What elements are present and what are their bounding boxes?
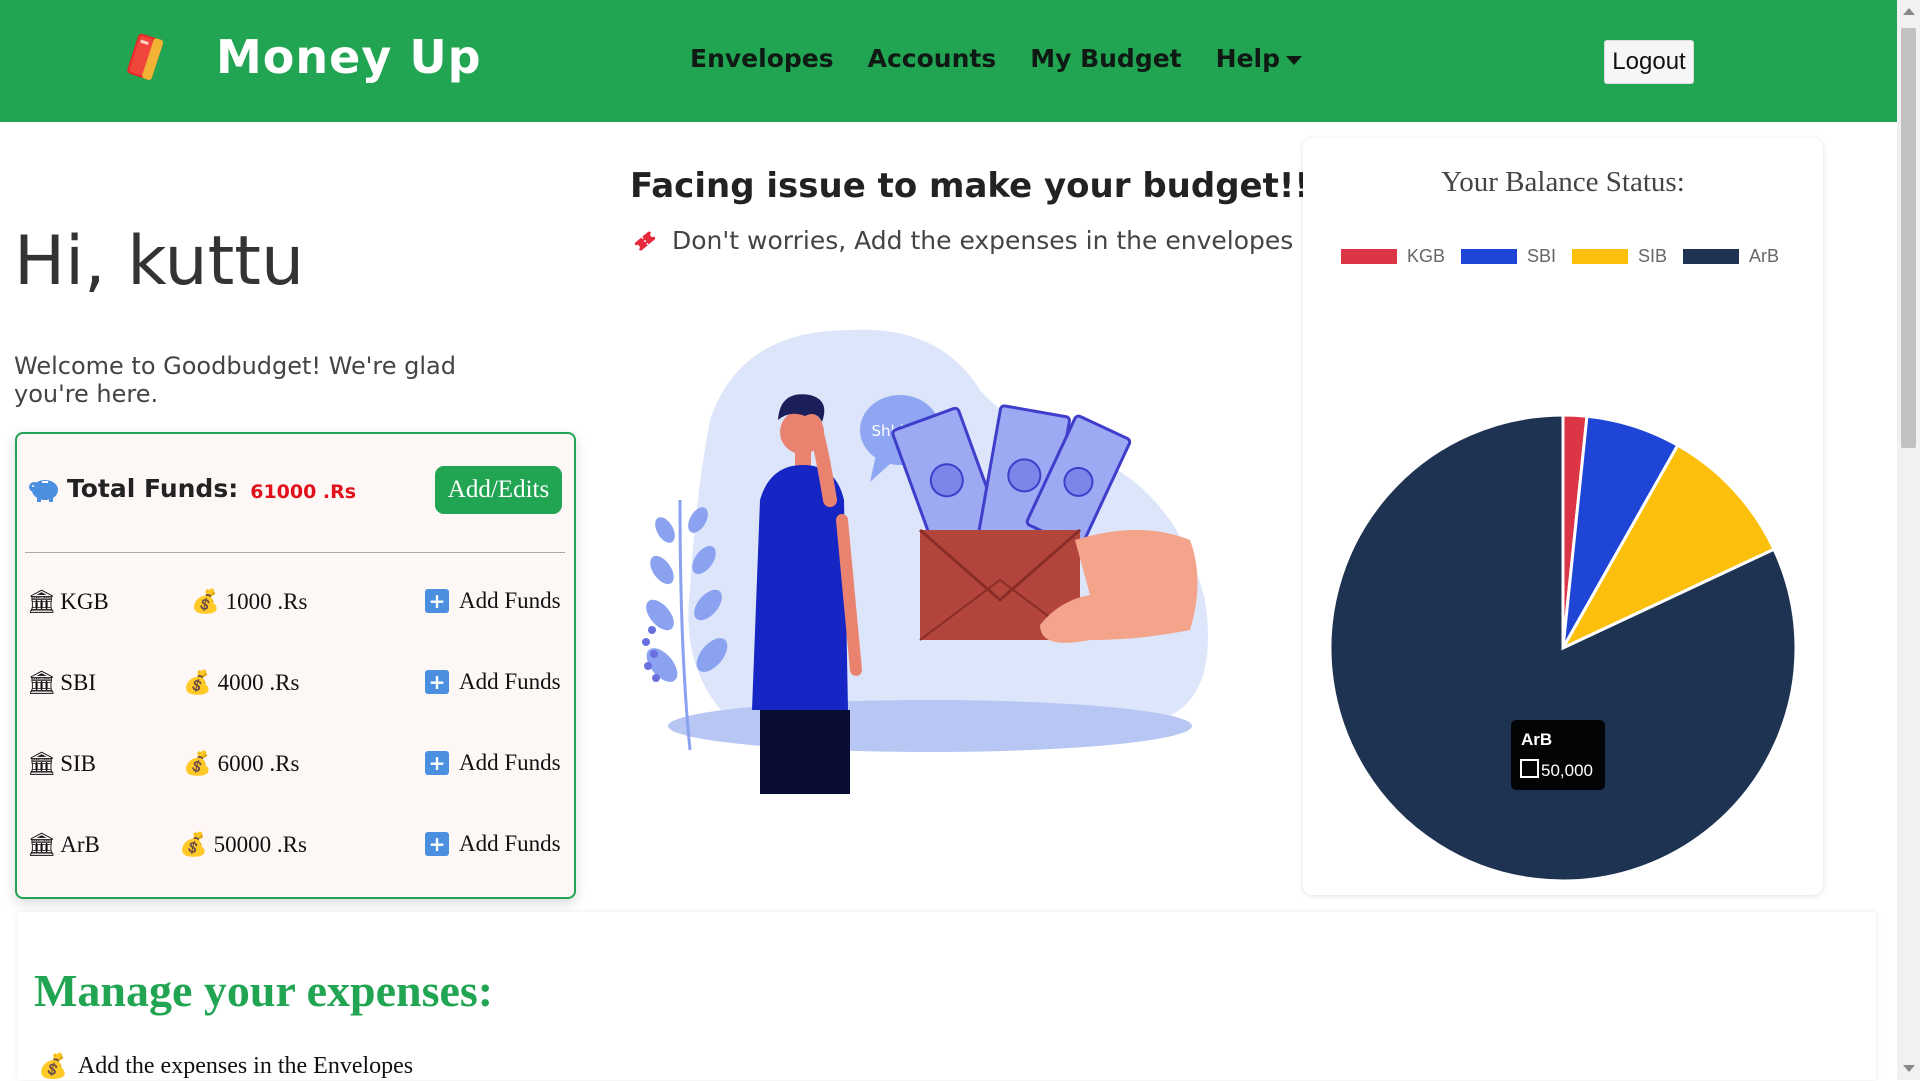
budget-illustration: Shhhhh — [642, 329, 1208, 794]
add-funds-label: Add Funds — [459, 588, 561, 613]
scroll-thumb[interactable] — [1901, 28, 1916, 448]
add-funds-button[interactable]: + Add Funds — [425, 588, 561, 614]
account-bank-name: SBI — [60, 669, 96, 695]
account-row: 🏛 SBI 💰 4000 .Rs + Add Funds — [27, 663, 567, 703]
welcome-text: Welcome to Goodbudget! We're glad you're… — [14, 352, 456, 408]
caret-down-icon — [1285, 55, 1302, 65]
piggy-bank-icon — [29, 479, 58, 502]
balance-pie-chart[interactable]: ArB 50,000 — [1303, 278, 1823, 898]
add-funds-label: Add Funds — [459, 831, 561, 856]
add-funds-button[interactable]: + Add Funds — [425, 750, 561, 776]
funds-divider — [25, 552, 565, 553]
plus-icon: + — [425, 832, 449, 856]
nav-envelopes[interactable]: Envelopes — [690, 44, 834, 73]
tooltip-label: ArB — [1521, 730, 1552, 749]
add-funds-label: Add Funds — [459, 669, 561, 694]
legend-swatch — [1341, 249, 1397, 264]
page-scrollbar[interactable] — [1897, 0, 1920, 1080]
tooltip-value: 50,000 — [1541, 761, 1593, 780]
add-funds-button[interactable]: + Add Funds — [425, 669, 561, 695]
bank-icon: 🏛 — [27, 832, 57, 857]
promo-title: Facing issue to make your budget!! — [630, 166, 1310, 206]
manage-expenses-section: Manage your expenses: 💰 Add the expenses … — [18, 912, 1876, 1080]
wallet-logo-icon — [127, 33, 164, 80]
promo-subtitle-row: Don't worries, Add the expenses in the e… — [632, 226, 1293, 255]
greeting-heading: Hi, kuttu — [14, 222, 305, 301]
total-funds-value: 61000 .Rs — [250, 480, 357, 503]
top-navbar: Money Up Envelopes Accounts My Budget He… — [0, 0, 1897, 122]
account-row: 🏛 ArB 💰 50000 .Rs + Add Funds — [27, 825, 567, 865]
legend-item[interactable]: KGB — [1341, 246, 1445, 267]
bank-icon: 🏛 — [27, 670, 57, 695]
money-bag-icon: 💰 — [179, 832, 208, 857]
add-edits-button[interactable]: Add/Edits — [435, 466, 562, 514]
legend-item[interactable]: SIB — [1572, 246, 1667, 267]
ticket-icon — [634, 231, 656, 250]
nav-help-label: Help — [1215, 44, 1280, 73]
plus-icon: + — [425, 751, 449, 775]
legend-label: ArB — [1749, 246, 1780, 266]
balance-chart-card: Your Balance Status: KGB SBI SIB ArB ArB… — [1303, 138, 1823, 895]
add-funds-button[interactable]: + Add Funds — [425, 831, 561, 857]
legend-label: SIB — [1638, 246, 1668, 266]
plus-icon: + — [425, 670, 449, 694]
nav-accounts[interactable]: Accounts — [868, 44, 997, 73]
account-amount: 6000 .Rs — [217, 750, 300, 776]
chart-title: Your Balance Status: — [1441, 166, 1685, 198]
manage-list-item: 💰 Add the expenses in the Envelopes — [38, 1052, 413, 1081]
promo-subtitle: Don't worries, Add the expenses in the e… — [672, 226, 1294, 255]
account-bank-name: ArB — [60, 831, 100, 857]
account-amount: 50000 .Rs — [213, 831, 307, 857]
logout-button[interactable]: Logout — [1604, 40, 1694, 84]
chart-tooltip: ArB 50,000 — [1511, 720, 1605, 790]
account-amount: 4000 .Rs — [217, 669, 300, 695]
bank-icon: 🏛 — [27, 751, 57, 776]
funds-card: Total Funds: 61000 .Rs Add/Edits 🏛 KGB 💰 1… — [15, 432, 576, 899]
total-funds-header: Total Funds: 61000 .Rs — [27, 474, 356, 503]
account-amount: 1000 .Rs — [225, 588, 308, 614]
legend-swatch — [1572, 249, 1629, 264]
legend-swatch — [1461, 249, 1518, 264]
legend-item[interactable]: SBI — [1461, 246, 1556, 267]
nav-my-budget[interactable]: My Budget — [1030, 44, 1181, 73]
plus-icon: + — [425, 589, 449, 613]
money-bag-icon: 💰 — [183, 751, 212, 776]
chart-legend: KGB SBI SIB ArB — [1341, 246, 1779, 267]
legend-item[interactable]: ArB — [1683, 246, 1779, 267]
scroll-down-arrow-icon[interactable] — [1903, 1065, 1915, 1072]
nav-help-dropdown[interactable]: Help — [1216, 44, 1302, 73]
money-bag-icon: 💰 — [183, 670, 212, 695]
legend-label: SBI — [1527, 246, 1557, 266]
account-bank-name: SIB — [60, 750, 96, 776]
main-nav: Envelopes Accounts My Budget Help — [690, 44, 1302, 73]
money-bag-icon: 💰 — [38, 1054, 68, 1080]
manage-title: Manage your expenses: — [34, 965, 494, 1016]
manage-item-text: Add the expenses in the Envelopes — [77, 1053, 414, 1079]
account-bank-name: KGB — [60, 588, 109, 614]
legend-label: KGB — [1407, 246, 1446, 266]
money-bag-icon: 💰 — [191, 589, 220, 614]
legend-swatch — [1683, 249, 1740, 264]
account-row: 🏛 SIB 💰 6000 .Rs + Add Funds — [27, 744, 567, 784]
account-row: 🏛 KGB 💰 1000 .Rs + Add Funds — [27, 582, 567, 622]
bank-icon: 🏛 — [27, 589, 57, 614]
total-funds-label: Total Funds: — [67, 474, 239, 503]
scroll-up-arrow-icon[interactable] — [1903, 8, 1915, 15]
add-funds-label: Add Funds — [459, 750, 561, 775]
brand-name[interactable]: Money Up — [216, 30, 482, 84]
